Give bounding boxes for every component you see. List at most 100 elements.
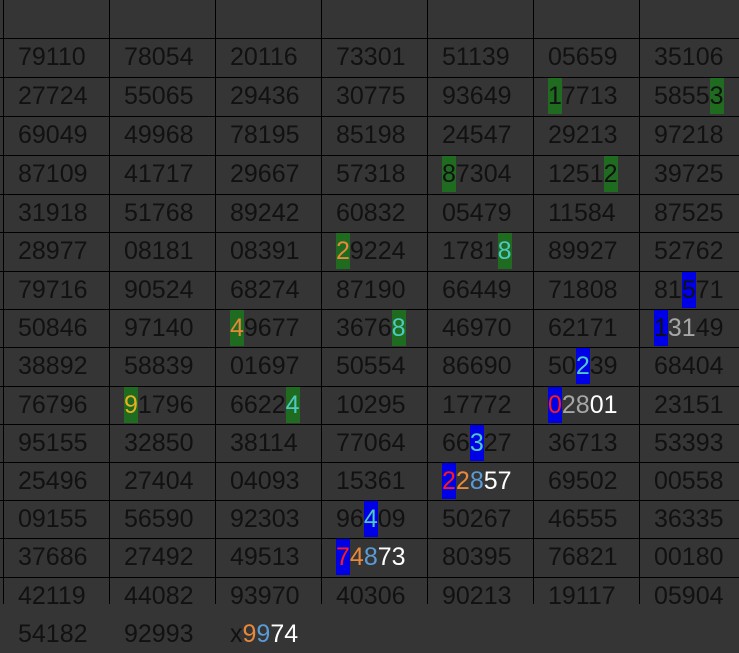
grid-cell: 49513: [216, 539, 321, 577]
grid-left-edge: [0, 501, 3, 538]
digit-group: 96: [336, 505, 364, 533]
grid-cell: 20116: [216, 39, 321, 77]
highlighted-digit: 1: [654, 310, 668, 346]
grid-cell: 68274: [216, 272, 321, 309]
number-grid: 79110 78054 20116 73301 51139 05659 35106 27724…: [0, 0, 739, 653]
grid-top-edge: [0, 0, 3, 38]
grid-cell: 91796: [110, 387, 215, 424]
grid-cell: 78195: [216, 117, 321, 155]
grid-cell: 55065: [110, 78, 215, 116]
grid-cell: 27492: [110, 539, 215, 577]
grid-cell: 50554: [322, 348, 427, 386]
grid-cell: 95155: [4, 425, 109, 462]
digit-group: 1796: [137, 391, 194, 419]
digit-group: 7713: [561, 82, 618, 110]
grid-top-edge: [322, 0, 427, 38]
digit-group: 28: [561, 391, 590, 419]
digit-group: 8: [469, 467, 484, 495]
highlighted-digit: 4: [363, 501, 378, 537]
grid-cell: 41717: [110, 156, 215, 194]
grid-cell: 58553: [640, 78, 739, 116]
highlighted-digit: 4: [230, 310, 244, 346]
digit-group: 9: [242, 620, 257, 648]
grid-cell: 38114: [216, 425, 321, 462]
grid-cell: 92993: [110, 616, 215, 653]
digit-group: 71: [695, 276, 724, 304]
digit-group: 27: [483, 429, 512, 457]
grid-cell: 31918: [4, 195, 109, 232]
highlighted-digit: 2: [603, 156, 618, 192]
grid-cell: 90213: [428, 578, 533, 615]
highlighted-digit: 2: [442, 463, 456, 499]
grid-left-edge: [0, 39, 3, 77]
grid-left-edge: [0, 387, 3, 424]
grid-cell: 60832: [322, 195, 427, 232]
grid-cell: 09155: [4, 501, 109, 538]
grid-cell: 40306: [322, 578, 427, 615]
grid-cell: 77064: [322, 425, 427, 462]
grid-cell: 71808: [534, 272, 639, 309]
grid-cell: 97140: [110, 310, 215, 347]
grid-cell: 52762: [640, 233, 739, 271]
grid-cell: 53393: [640, 425, 739, 462]
grid-cell: 66224: [216, 387, 321, 424]
grid-cell: 49677: [216, 310, 321, 347]
grid-top-edge: [110, 0, 215, 38]
highlighted-digit: 1: [548, 78, 562, 114]
grid-left-edge: [0, 310, 3, 347]
highlighted-digit: 9: [124, 387, 138, 423]
digit-group: 6622: [230, 391, 286, 419]
grid-cell: 05659: [534, 39, 639, 77]
grid-cell: 32850: [110, 425, 215, 462]
grid-cell: 23151: [640, 387, 739, 424]
grid-cell: 49968: [110, 117, 215, 155]
digit-group: 01: [589, 391, 618, 419]
grid-cell: 17818: [428, 233, 533, 271]
grid-cell: 93970: [216, 578, 321, 615]
highlighted-digit: 8: [442, 156, 456, 192]
grid-cell: 57318: [322, 156, 427, 194]
grid-cell: 11584: [534, 195, 639, 232]
grid-cell: 90524: [110, 272, 215, 309]
grid-cell: 76821: [534, 539, 639, 577]
grid-cell: 27724: [4, 78, 109, 116]
grid-cell: 39725: [640, 156, 739, 194]
grid-left-edge: [0, 156, 3, 194]
grid-cell: x9974: [216, 616, 321, 653]
grid-cell: 87109: [4, 156, 109, 194]
highlighted-digit: 3: [469, 425, 484, 461]
grid-cell: 29436: [216, 78, 321, 116]
grid-cell: 96409: [322, 501, 427, 538]
digit-group: 1251: [548, 160, 604, 188]
grid-cell: 28977: [4, 233, 109, 271]
highlighted-digit: 8: [391, 310, 406, 346]
grid-cell: 76796: [4, 387, 109, 424]
grid-cell: 80395: [428, 539, 533, 577]
grid-cell: 04093: [216, 463, 321, 500]
grid-cell: 19117: [534, 578, 639, 615]
grid-cell: 46970: [428, 310, 533, 347]
grid-top-edge: [216, 0, 321, 38]
grid-cell: 02801: [534, 387, 639, 424]
grid-cell: 29224: [322, 233, 427, 271]
grid-left-edge: [0, 616, 3, 653]
grid-left-edge: [0, 425, 3, 462]
grid-cell: 05904: [640, 578, 739, 615]
grid-cell: 62171: [534, 310, 639, 347]
digit-group: 57: [483, 467, 512, 495]
grid-cell: 73301: [322, 39, 427, 77]
digit-group: 66: [442, 429, 470, 457]
digit-group: 9224: [349, 237, 406, 265]
grid-cell: 08181: [110, 233, 215, 271]
grid-cell: 89927: [534, 233, 639, 271]
highlighted-digit: 5: [681, 272, 696, 308]
grid-left-edge: [0, 78, 3, 116]
grid-cell: 29667: [216, 156, 321, 194]
grid-left-edge: [0, 463, 3, 500]
grid-cell: 58839: [110, 348, 215, 386]
grid-left-edge: [0, 233, 3, 271]
digit-group: 7304: [455, 160, 512, 188]
grid-cell: 50239: [534, 348, 639, 386]
grid-cell: 44082: [110, 578, 215, 615]
grid-left-edge: [0, 578, 3, 615]
